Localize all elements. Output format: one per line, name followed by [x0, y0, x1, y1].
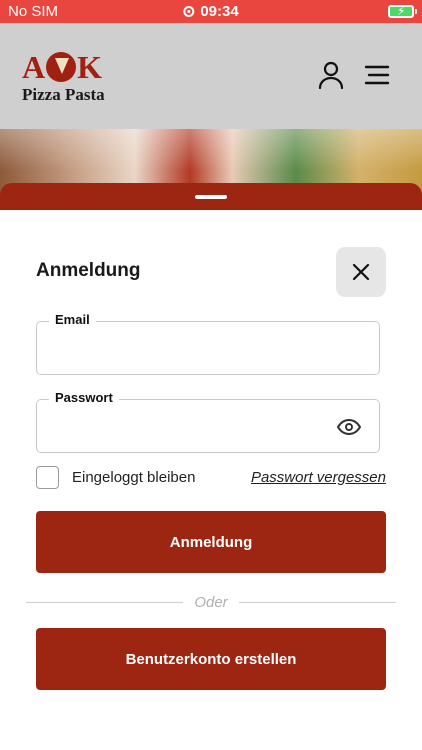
brand-logo[interactable]: AK Pizza Pasta: [22, 48, 112, 107]
screen-recording-icon: [183, 6, 195, 17]
page-title: Anmeldung: [36, 260, 141, 281]
password-field: Passwort: [36, 390, 380, 453]
status-bar: No SIM 09:34 ⚡: [0, 0, 422, 23]
password-label: Passwort: [49, 390, 119, 405]
status-time-group: 09:34: [183, 3, 239, 20]
drag-handle[interactable]: [195, 195, 227, 199]
close-icon: [352, 263, 370, 281]
remember-row: Eingeloggt bleiben Passwort vergessen: [36, 466, 386, 490]
clock: 09:34: [200, 3, 239, 20]
user-icon[interactable]: [318, 61, 344, 89]
password-input[interactable]: [51, 412, 331, 440]
sheet-header: [0, 183, 422, 210]
battery-icon: ⚡: [388, 4, 417, 18]
remember-checkbox[interactable]: [36, 466, 59, 489]
app-header: AK Pizza Pasta: [0, 23, 422, 129]
create-account-button[interactable]: Benutzerkonto erstellen: [36, 628, 386, 690]
email-field: Email: [36, 312, 380, 375]
logo-mark: AK: [22, 48, 102, 85]
close-button[interactable]: [336, 247, 386, 297]
remember-label: Eingeloggt bleiben: [72, 469, 196, 486]
login-sheet: Anmeldung Email Passwort Eingeloggt blei…: [0, 210, 422, 750]
email-label: Email: [49, 312, 96, 327]
logo-subtitle: Pizza Pasta: [22, 85, 105, 104]
menu-icon[interactable]: [364, 65, 390, 85]
forgot-password-link[interactable]: Passwort vergessen: [251, 469, 386, 486]
eye-icon[interactable]: [337, 418, 361, 436]
pizza-slice-icon: [46, 52, 77, 82]
login-button[interactable]: Anmeldung: [36, 511, 386, 573]
carrier-label: No SIM: [8, 3, 59, 20]
email-input[interactable]: [51, 334, 331, 362]
or-divider: Oder: [26, 594, 396, 612]
